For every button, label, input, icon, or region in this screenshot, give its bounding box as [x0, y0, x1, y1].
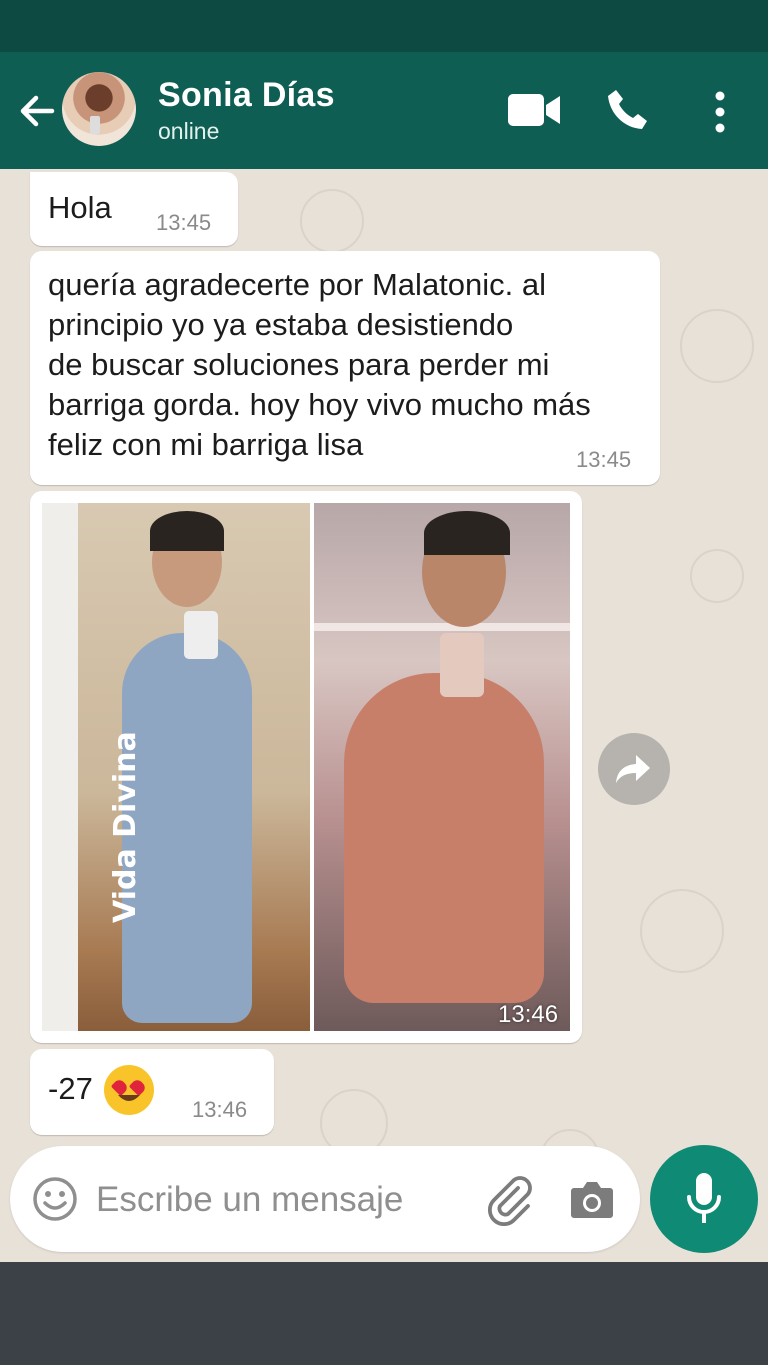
- emoji-icon[interactable]: [32, 1176, 78, 1222]
- wallpaper-doodle: [300, 189, 364, 253]
- forward-icon[interactable]: [598, 733, 670, 805]
- message-input[interactable]: [94, 1174, 478, 1226]
- wallpaper-doodle: [690, 549, 744, 603]
- photo-watermark: Vida Divina: [108, 731, 143, 923]
- before-photo[interactable]: [314, 503, 570, 1031]
- message-composer: [10, 1146, 640, 1252]
- photo-background: [314, 623, 570, 631]
- status-bar: [0, 0, 768, 52]
- message-time: 13:45: [156, 210, 212, 235]
- message-bubble[interactable]: quería agradecerte por Malatonic. al pri…: [30, 251, 660, 485]
- camera-icon[interactable]: [568, 1176, 616, 1222]
- message-time: 13:46: [192, 1097, 248, 1122]
- chat-area[interactable]: Hola 13:45 quería agradecerte por Malato…: [0, 169, 768, 1262]
- image-message-bubble[interactable]: Vida Divina 13:46: [30, 491, 582, 1043]
- wallpaper-doodle: [640, 889, 724, 973]
- phone-icon[interactable]: [604, 86, 652, 134]
- message-text: quería agradecerte por Malatonic. al pri…: [48, 267, 591, 462]
- contact-status: online: [158, 118, 220, 144]
- wallpaper-doodle: [680, 309, 754, 383]
- contact-name[interactable]: Sonia Días: [158, 76, 335, 115]
- contact-avatar[interactable]: [62, 72, 136, 146]
- video-call-icon[interactable]: [506, 88, 562, 132]
- photo-figure-hair: [424, 511, 510, 555]
- message-text: Hola: [48, 190, 112, 225]
- message-time: 13:45: [576, 447, 632, 472]
- message-bubble[interactable]: Hola 13:45: [30, 172, 238, 246]
- attach-icon[interactable]: [484, 1174, 536, 1227]
- message-time: 13:46: [498, 1001, 559, 1028]
- after-photo[interactable]: Vida Divina: [42, 503, 310, 1031]
- photo-phone: [184, 611, 218, 659]
- photo-figure: [344, 673, 544, 1003]
- chat-header: Sonia Días online: [0, 52, 768, 169]
- photo-figure-hair: [150, 511, 224, 551]
- message-text: -27: [48, 1071, 93, 1106]
- photo-phone: [440, 633, 484, 697]
- mic-icon: [684, 1171, 724, 1227]
- system-nav-bar: [0, 1262, 768, 1365]
- back-arrow-icon[interactable]: [14, 88, 60, 134]
- message-bubble[interactable]: -27 13:46: [30, 1049, 274, 1135]
- voice-message-button[interactable]: [650, 1145, 758, 1253]
- heart-eyes-emoji-icon: [104, 1065, 154, 1115]
- more-vert-icon[interactable]: [702, 88, 738, 136]
- photo-background: [42, 503, 78, 1031]
